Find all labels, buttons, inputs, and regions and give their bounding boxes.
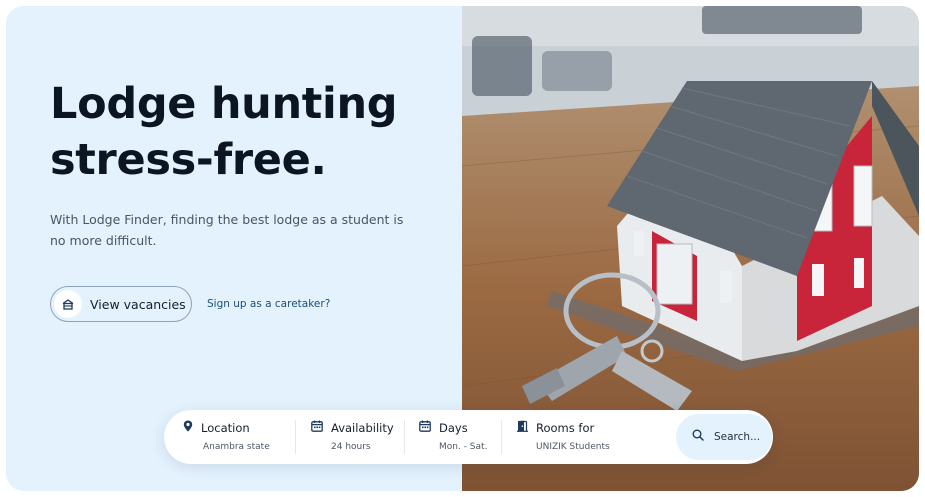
headline-line-1: Lodge hunting [50,79,398,129]
calendar-icon [419,419,431,437]
availability-value: 24 hours [331,442,371,452]
days-value: Mon. - Sat. [439,442,488,452]
rooms-for-label: Rooms for [536,421,595,435]
hero-description: With Lodge Finder, finding the best lodg… [50,212,404,248]
availability-field[interactable]: Availability 24 hours [311,419,403,455]
rooms-for-value: UNIZIK Students [536,442,610,452]
door-icon [517,419,528,437]
location-value: Anambra state [203,442,270,452]
calendar-icon [311,419,323,437]
availability-label: Availability [331,421,394,435]
location-pin-icon [183,419,193,437]
search-button-label: Search... [714,431,761,443]
days-label: Days [439,421,468,435]
page-title: Lodge hunting stress-free. [50,76,430,188]
divider [295,420,296,454]
divider [404,420,405,454]
location-label: Location [201,421,250,435]
rooms-for-field[interactable]: Rooms for UNIZIK Students [517,419,667,455]
signup-caretaker-link[interactable]: Sign up as a caretaker? [207,298,330,310]
location-field[interactable]: Location Anambra state [183,419,301,455]
view-vacancies-button[interactable]: View vacancies [50,286,192,322]
hero-section: Lodge hunting stress-free. With Lodge Fi… [6,6,919,491]
search-button[interactable]: Search... [676,414,772,460]
search-icon [692,428,704,446]
headline-line-2: stress-free. [50,135,327,185]
view-vacancies-label: View vacancies [90,296,186,312]
divider [501,420,502,454]
search-bar: Location Anambra state Availability 24 h… [164,410,773,464]
house-icon [54,290,82,318]
days-field[interactable]: Days Mon. - Sat. [419,419,504,455]
cta-row: View vacancies Sign up as a caretaker? [50,286,330,322]
